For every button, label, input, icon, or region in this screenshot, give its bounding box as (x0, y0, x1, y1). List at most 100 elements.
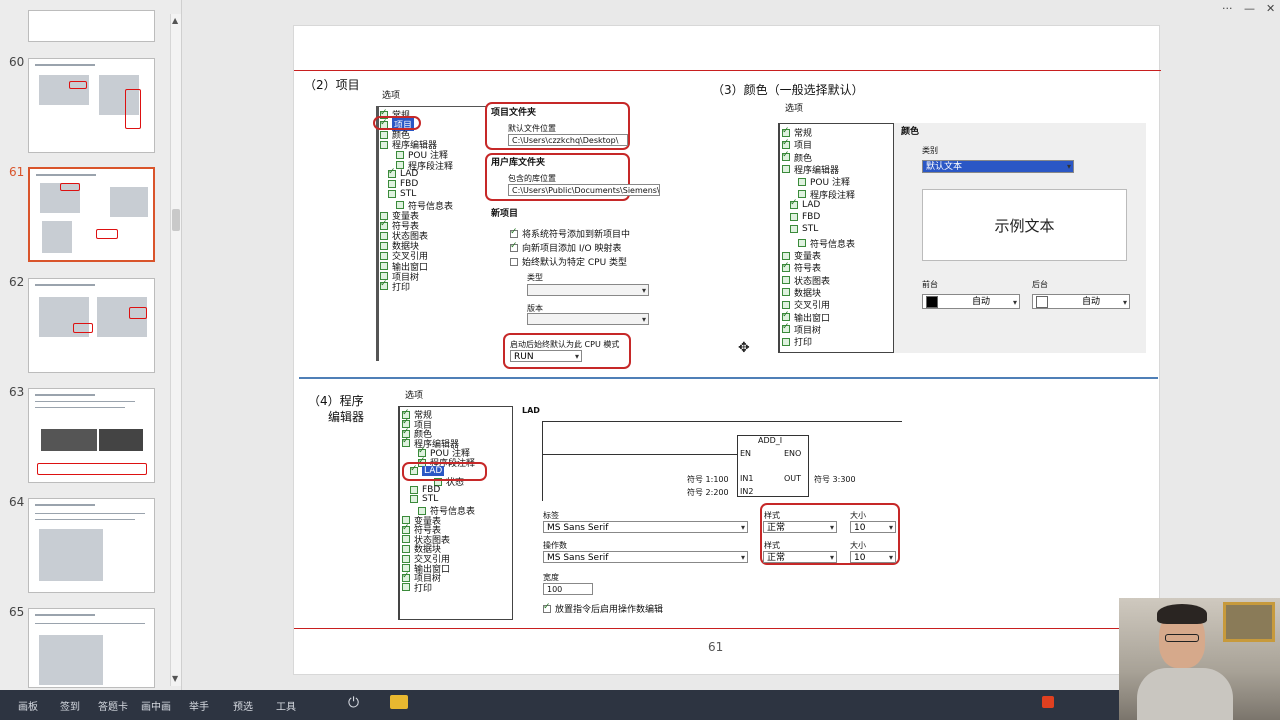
background-dropdown[interactable]: 自动 (1032, 294, 1130, 309)
minimize-icon[interactable]: — (1244, 2, 1255, 15)
checkbox[interactable] (510, 257, 518, 266)
more-icon[interactable]: ··· (1222, 2, 1233, 15)
option-row[interactable]: 向新项目添加 I/O 映射表 (510, 241, 622, 254)
operand-font-dropdown[interactable]: MS Sans Serif (543, 551, 748, 563)
type-dropdown[interactable] (527, 284, 649, 296)
input-method-icon[interactable] (1042, 696, 1054, 708)
tree-item[interactable]: 项目树 (782, 322, 821, 336)
checkbox[interactable] (782, 337, 790, 346)
checkbox[interactable] (510, 241, 518, 252)
size-label: 大小 (850, 511, 866, 520)
checkbox[interactable] (790, 225, 798, 234)
tree-item[interactable]: POU 注释 (798, 175, 850, 188)
style-dropdown[interactable]: 正常 (763, 551, 837, 563)
tree-item[interactable]: 数据块 (782, 286, 821, 299)
checkbox[interactable] (388, 167, 396, 178)
checkbox[interactable] (790, 213, 798, 222)
taskbar-item[interactable]: 举手 (189, 698, 209, 713)
thumbnail-64[interactable]: 64 (0, 495, 170, 595)
width-label: 宽度 (543, 573, 559, 582)
divider (299, 377, 1158, 379)
tree-item[interactable]: STL (410, 494, 438, 504)
checkbox[interactable] (790, 198, 798, 209)
taskbar-item[interactable]: 画板 (18, 698, 38, 713)
tree-item[interactable]: STL (790, 224, 818, 234)
checkbox[interactable] (782, 276, 790, 285)
tree-item[interactable]: STL (388, 189, 416, 199)
tree-item[interactable]: FBD (790, 212, 820, 222)
cpu-mode-dropdown[interactable]: RUN (510, 350, 582, 362)
scroll-down-icon[interactable]: ▼ (172, 674, 178, 683)
checkbox[interactable] (402, 583, 410, 592)
checkbox[interactable] (798, 239, 806, 248)
close-icon[interactable]: ✕ (1266, 2, 1275, 15)
tree-item[interactable]: 打印 (402, 581, 432, 594)
tree-item[interactable]: 程序段注释 (798, 188, 855, 201)
size-dropdown[interactable]: 10 (850, 521, 896, 533)
scroll-up-icon[interactable]: ▲ (172, 16, 178, 25)
tree-item[interactable]: LAD (790, 198, 820, 210)
checkbox[interactable] (782, 251, 790, 260)
thumbnail-63[interactable]: 63 (0, 385, 170, 485)
lib-location-input[interactable]: C:\Users\Public\Documents\Siemens\S (508, 184, 660, 196)
taskbar-item[interactable]: 答题卡 (98, 698, 128, 713)
taskbar-item[interactable]: 工具 (276, 698, 296, 713)
checkbox[interactable] (782, 322, 790, 334)
tree-item[interactable]: FBD (410, 485, 440, 495)
checkbox[interactable] (410, 485, 418, 494)
taskbar-item[interactable]: 签到 (60, 698, 80, 713)
tree-item[interactable]: LAD (388, 167, 418, 179)
checkbox[interactable] (782, 165, 790, 174)
checkbox[interactable] (782, 261, 790, 272)
category-dropdown[interactable]: 默认文本 (922, 160, 1074, 173)
checkbox[interactable] (410, 495, 418, 504)
tree-item[interactable]: 符号信息表 (798, 237, 855, 250)
power-icon[interactable]: ⏻ (348, 695, 359, 711)
thumbnail-scrollbar[interactable]: ▲ ▼ (170, 14, 181, 686)
style-dropdown[interactable]: 正常 (763, 521, 837, 533)
width-stepper[interactable]: 100 (543, 583, 593, 595)
checkbox[interactable] (782, 126, 790, 137)
tree-item[interactable]: 程序编辑器 (782, 163, 839, 176)
option-row[interactable]: 始终默认为特定 CPU 类型 (510, 255, 627, 268)
checkbox[interactable] (388, 189, 396, 198)
checkbox[interactable] (380, 279, 388, 291)
tree-item[interactable]: FBD (388, 179, 418, 189)
thumbnail-61[interactable]: 61 (0, 165, 170, 265)
checkbox[interactable] (798, 190, 806, 198)
thumbnail-60[interactable]: 60 (0, 55, 170, 155)
thumbnail-image (28, 498, 155, 593)
size-dropdown[interactable]: 10 (850, 551, 896, 563)
default-location-input[interactable]: C:\Users\czzkchq\Desktop\ (508, 134, 628, 146)
folder-icon[interactable] (390, 695, 408, 709)
checkbox[interactable] (782, 300, 790, 309)
tree-item[interactable]: 符号表 (782, 261, 821, 274)
checkbox[interactable] (543, 602, 551, 613)
thumbnail-65[interactable]: 65 (0, 605, 170, 690)
tree-item[interactable]: 颜色 (782, 150, 812, 164)
taskbar-item[interactable]: 画中画 (141, 698, 171, 713)
section-title: （3）颜色（一般选择默认） (712, 83, 864, 97)
tag-font-dropdown[interactable]: MS Sans Serif (543, 521, 748, 533)
edit-option-row[interactable]: 放置指令后启用操作数编辑 (543, 602, 663, 615)
checkbox[interactable] (782, 150, 790, 162)
thumbnail-prev[interactable] (0, 10, 170, 42)
checkbox[interactable] (380, 140, 388, 149)
thumbnail-62[interactable]: 62 (0, 275, 170, 375)
option-row[interactable]: 将系统符号添加到新项目中 (510, 227, 630, 240)
checkbox[interactable] (782, 288, 790, 297)
version-dropdown[interactable] (527, 313, 649, 325)
tree-item[interactable]: 打印 (380, 279, 410, 293)
checkbox[interactable] (388, 179, 396, 188)
scrollbar-thumb[interactable] (172, 209, 180, 231)
checkbox[interactable] (510, 227, 518, 238)
tree-item[interactable]: 状态图表 (782, 274, 830, 287)
tree-item[interactable]: 打印 (782, 335, 812, 348)
taskbar-item[interactable]: 预选 (233, 698, 253, 713)
checkbox[interactable] (798, 177, 806, 186)
checkbox[interactable] (402, 436, 410, 448)
checkbox[interactable] (782, 310, 790, 321)
checkbox[interactable] (782, 138, 790, 149)
thumbnail-image (28, 278, 155, 373)
foreground-dropdown[interactable]: 自动 (922, 294, 1020, 309)
